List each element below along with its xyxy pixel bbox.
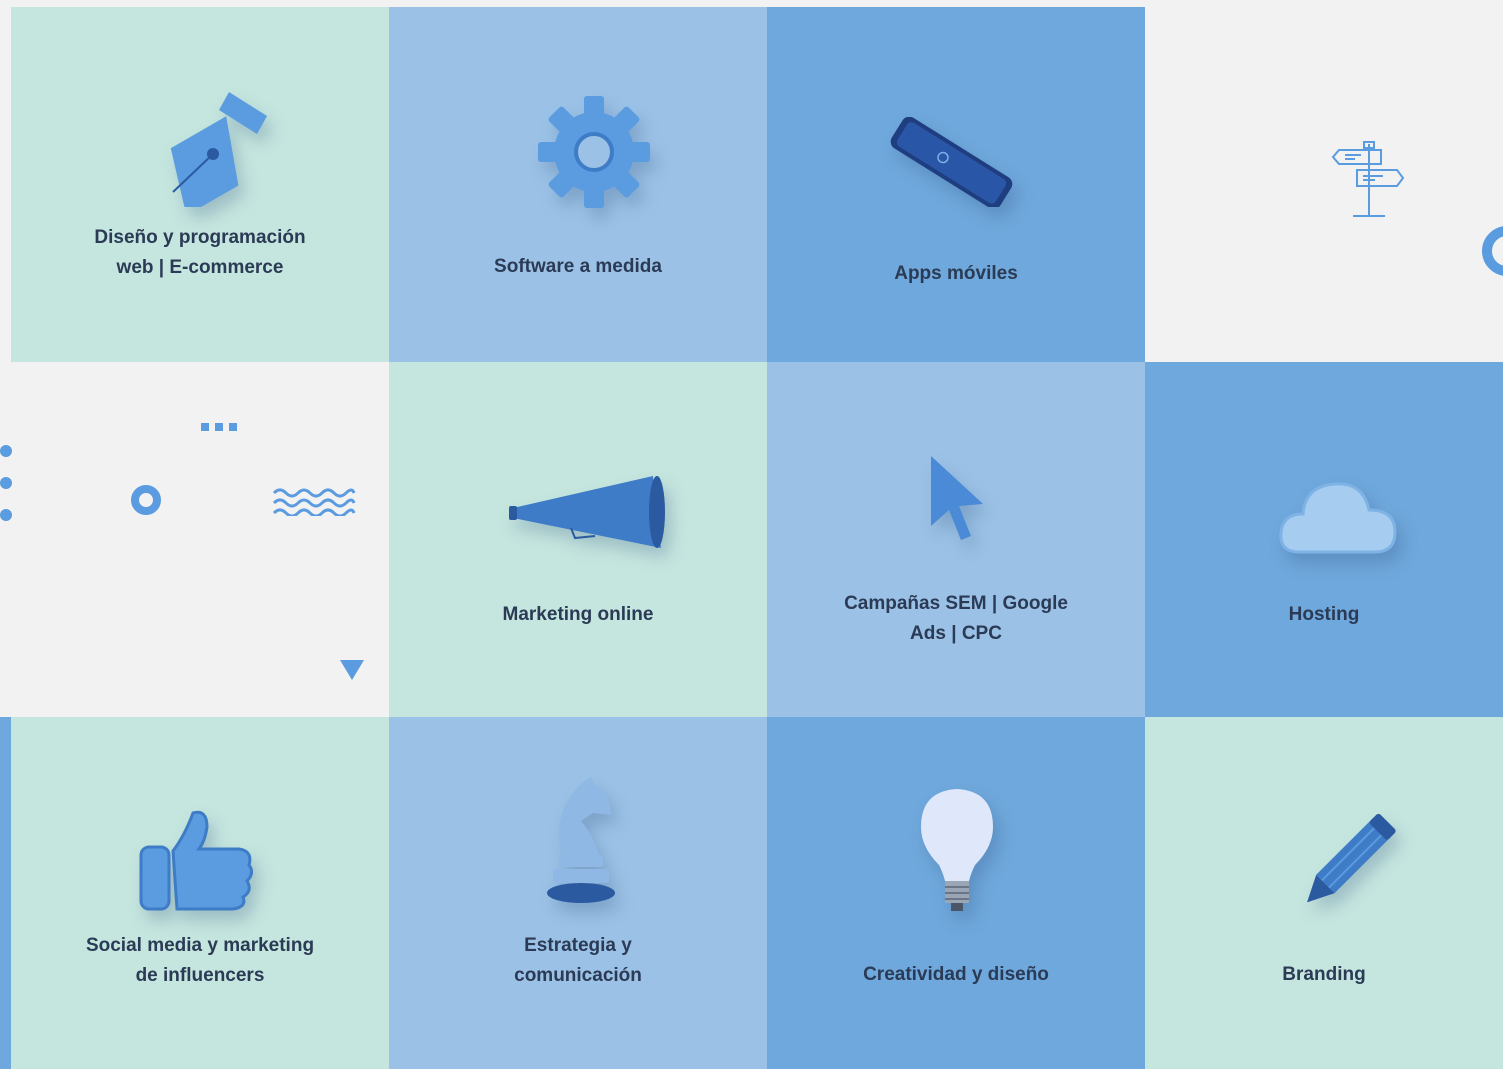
service-label: Hosting [1288,604,1360,625]
pen-nib-icon [170,92,267,207]
edge-strip [0,717,11,1069]
service-tile-web-design[interactable]: Diseño y programación web | E-commerce [11,7,389,362]
ring-decoration-icon [1482,226,1503,276]
service-label: Software a medida [494,256,662,277]
ring-icon [131,485,161,515]
megaphone-icon [509,476,665,548]
service-label: Campañas SEM | Google Ads | CPC [844,593,1068,644]
service-tile-social-media[interactable]: Social media y marketing de influencers [11,717,389,1069]
service-tile-online-marketing[interactable]: Marketing online [389,362,767,717]
lightbulb-icon [921,789,993,911]
chess-knight-icon [547,777,615,903]
service-tile-strategy[interactable]: Estrategia y comunicación [389,717,767,1069]
triangle-down-icon [340,660,364,680]
service-label: Creatividad y diseño [863,964,1049,985]
decorative-tile [1145,0,1503,362]
signpost-icon [1331,141,1405,217]
smartphone-icon [890,117,1013,207]
service-tile-hosting[interactable]: Hosting [1145,362,1503,717]
service-tile-creativity[interactable]: Creatividad y diseño [767,717,1145,1069]
wave-lines-icon [272,488,356,516]
cursor-arrow-icon [931,456,983,540]
dots-vertical-icon [0,445,12,521]
thumbs-up-icon [139,810,254,911]
service-tile-sem-campaigns[interactable]: Campañas SEM | Google Ads | CPC [767,362,1145,717]
service-tile-branding[interactable]: Branding [1145,717,1503,1069]
service-tile-custom-software[interactable]: Software a medida [389,7,767,362]
cloud-icon [1279,482,1397,554]
service-label: Branding [1282,964,1366,985]
service-label: Diseño y programación web | E-commerce [94,227,306,278]
service-label: Marketing online [502,604,654,625]
service-tile-mobile-apps[interactable]: Apps móviles [767,7,1145,362]
service-label: Social media y marketing de influencers [85,935,315,986]
gear-icon [538,96,650,208]
decorative-tile [0,362,389,717]
service-label: Estrategia y comunicación [514,935,642,986]
pencil-icon [1307,813,1396,903]
service-label: Apps móviles [894,263,1018,284]
dots-horizontal-icon [201,423,237,431]
